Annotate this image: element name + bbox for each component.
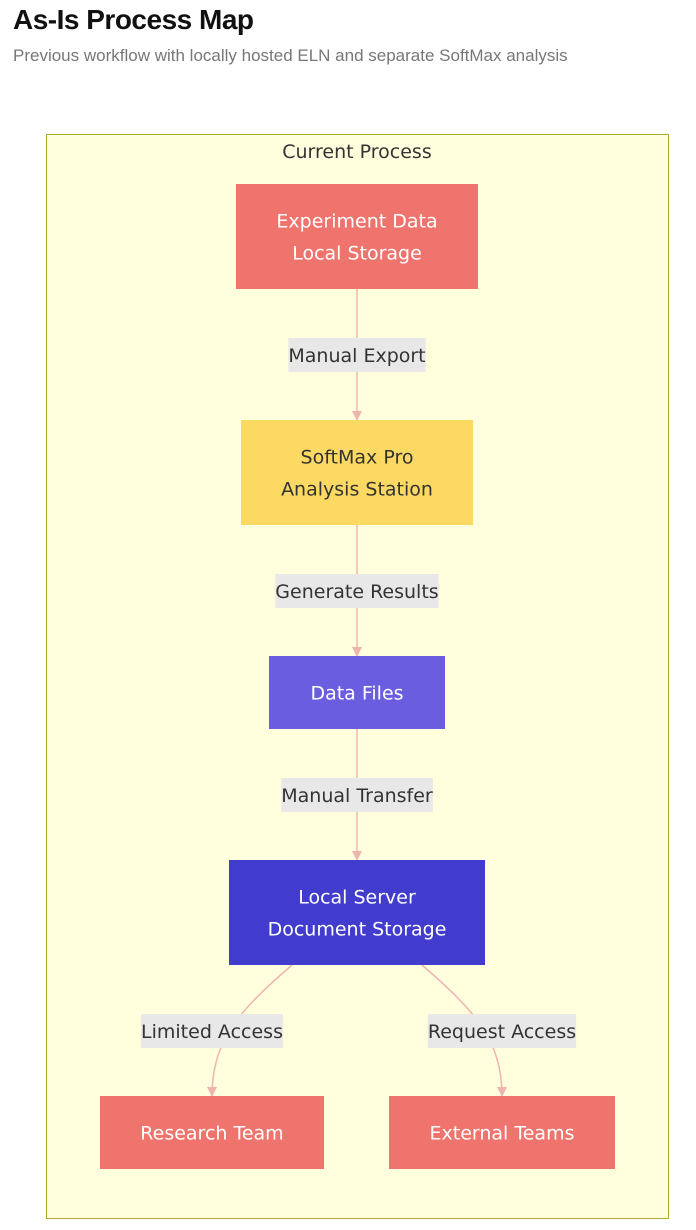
- edge-label: Limited Access: [141, 1014, 283, 1048]
- node-label: Experiment Data: [276, 211, 437, 233]
- node-label: Document Storage: [268, 919, 447, 941]
- node-label: Data Files: [310, 683, 403, 705]
- node-label: External Teams: [430, 1123, 575, 1145]
- process-diagram: Current Process Experiment Data Local Sto…: [46, 134, 669, 1219]
- edge-label: Request Access: [427, 1014, 577, 1048]
- node-label: Research Team: [140, 1123, 283, 1145]
- node-local-server: Local Server Document Storage: [229, 860, 485, 965]
- edge-label-text: Generate Results: [275, 581, 438, 603]
- node-box: [241, 420, 473, 525]
- node-research-team: Research Team: [100, 1096, 324, 1169]
- node-external-teams: External Teams: [389, 1096, 615, 1169]
- node-box: [236, 184, 478, 289]
- node-data-files: Data Files: [269, 656, 445, 729]
- edge-label: Manual Transfer: [281, 778, 433, 812]
- edge-label-text: Manual Export: [288, 345, 425, 367]
- node-box: [229, 860, 485, 965]
- edge-label-text: Manual Transfer: [281, 785, 433, 807]
- node-label: Local Server: [298, 887, 416, 909]
- node-experiment-data: Experiment Data Local Storage: [236, 184, 478, 289]
- node-label: SoftMax Pro: [301, 447, 414, 469]
- edge-label-text: Limited Access: [141, 1021, 283, 1043]
- node-label: Analysis Station: [281, 479, 433, 501]
- edge-label-text: Request Access: [428, 1021, 576, 1043]
- node-softmax: SoftMax Pro Analysis Station: [241, 420, 473, 525]
- edge-label: Generate Results: [275, 574, 439, 608]
- node-label: Local Storage: [292, 243, 422, 265]
- edge-label: Manual Export: [288, 338, 426, 372]
- cluster-label: Current Process: [282, 141, 431, 163]
